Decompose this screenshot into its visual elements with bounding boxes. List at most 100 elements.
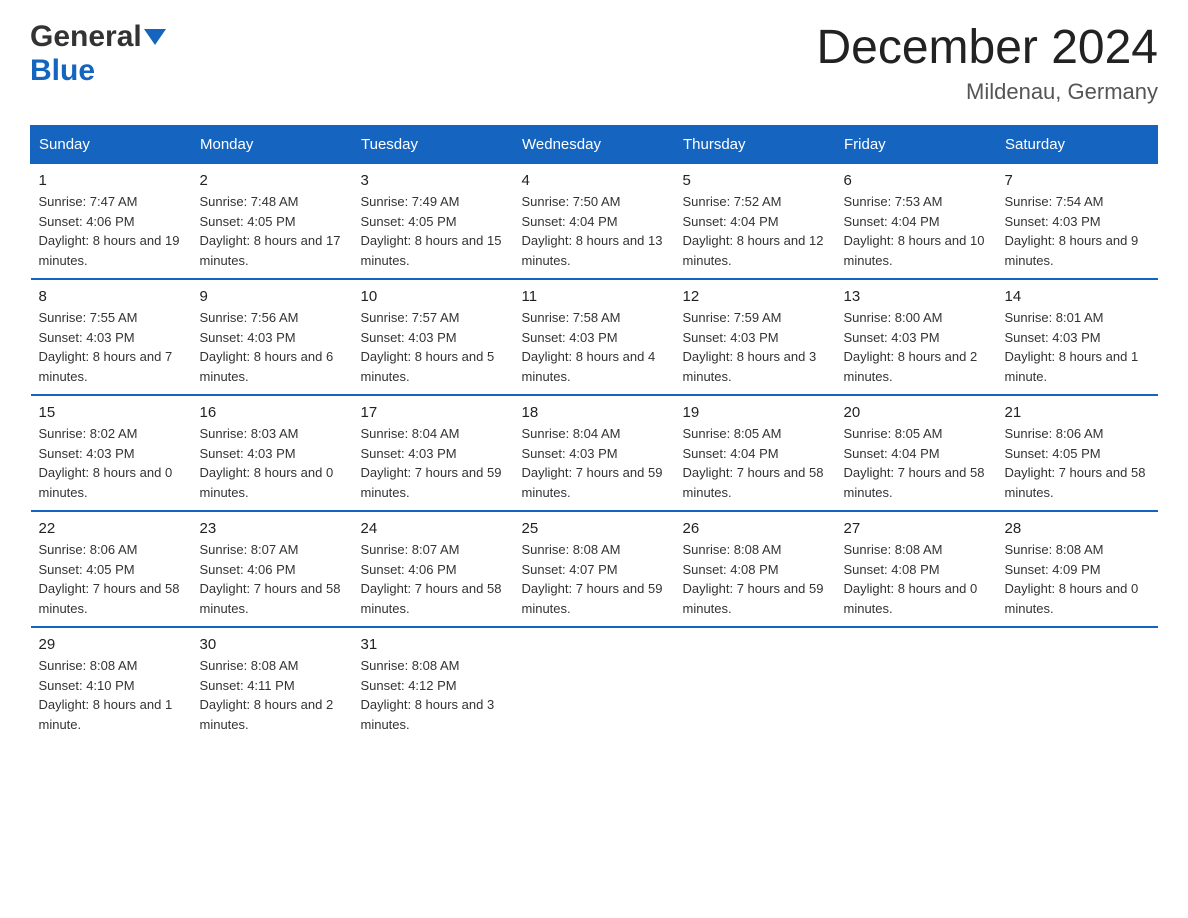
table-cell: 19 Sunrise: 8:05 AM Sunset: 4:04 PM Dayl…	[675, 395, 836, 511]
table-cell: 17 Sunrise: 8:04 AM Sunset: 4:03 PM Dayl…	[353, 395, 514, 511]
day-info: Sunrise: 8:08 AM Sunset: 4:08 PM Dayligh…	[844, 540, 989, 618]
weekday-header-saturday: Saturday	[997, 126, 1158, 164]
table-cell: 5 Sunrise: 7:52 AM Sunset: 4:04 PM Dayli…	[675, 164, 836, 280]
table-cell: 27 Sunrise: 8:08 AM Sunset: 4:08 PM Dayl…	[836, 511, 997, 627]
day-number: 3	[361, 172, 506, 189]
day-info: Sunrise: 8:08 AM Sunset: 4:08 PM Dayligh…	[683, 540, 828, 618]
week-row-1: 1 Sunrise: 7:47 AM Sunset: 4:06 PM Dayli…	[31, 164, 1158, 280]
day-number: 1	[39, 172, 184, 189]
day-info: Sunrise: 7:56 AM Sunset: 4:03 PM Dayligh…	[200, 308, 345, 386]
table-cell: 15 Sunrise: 8:02 AM Sunset: 4:03 PM Dayl…	[31, 395, 192, 511]
table-cell: 18 Sunrise: 8:04 AM Sunset: 4:03 PM Dayl…	[514, 395, 675, 511]
logo-arrow-icon	[144, 29, 166, 45]
table-cell: 8 Sunrise: 7:55 AM Sunset: 4:03 PM Dayli…	[31, 279, 192, 395]
table-cell: 16 Sunrise: 8:03 AM Sunset: 4:03 PM Dayl…	[192, 395, 353, 511]
day-number: 23	[200, 520, 345, 537]
day-number: 6	[844, 172, 989, 189]
table-cell	[997, 627, 1158, 742]
day-info: Sunrise: 7:47 AM Sunset: 4:06 PM Dayligh…	[39, 192, 184, 270]
day-number: 12	[683, 288, 828, 305]
day-info: Sunrise: 8:02 AM Sunset: 4:03 PM Dayligh…	[39, 424, 184, 502]
logo: General Blue	[30, 20, 166, 88]
day-info: Sunrise: 8:06 AM Sunset: 4:05 PM Dayligh…	[39, 540, 184, 618]
day-info: Sunrise: 8:07 AM Sunset: 4:06 PM Dayligh…	[361, 540, 506, 618]
weekday-header-sunday: Sunday	[31, 126, 192, 164]
title-block: December 2024 Mildenau, Germany	[816, 20, 1158, 105]
day-info: Sunrise: 8:08 AM Sunset: 4:07 PM Dayligh…	[522, 540, 667, 618]
table-cell: 4 Sunrise: 7:50 AM Sunset: 4:04 PM Dayli…	[514, 164, 675, 280]
table-cell: 6 Sunrise: 7:53 AM Sunset: 4:04 PM Dayli…	[836, 164, 997, 280]
table-cell: 13 Sunrise: 8:00 AM Sunset: 4:03 PM Dayl…	[836, 279, 997, 395]
weekday-header-friday: Friday	[836, 126, 997, 164]
table-cell: 30 Sunrise: 8:08 AM Sunset: 4:11 PM Dayl…	[192, 627, 353, 742]
calendar-header: SundayMondayTuesdayWednesdayThursdayFrid…	[31, 126, 1158, 164]
table-cell: 10 Sunrise: 7:57 AM Sunset: 4:03 PM Dayl…	[353, 279, 514, 395]
table-cell: 23 Sunrise: 8:07 AM Sunset: 4:06 PM Dayl…	[192, 511, 353, 627]
week-row-4: 22 Sunrise: 8:06 AM Sunset: 4:05 PM Dayl…	[31, 511, 1158, 627]
day-number: 17	[361, 404, 506, 421]
day-info: Sunrise: 8:01 AM Sunset: 4:03 PM Dayligh…	[1005, 308, 1150, 386]
day-info: Sunrise: 7:50 AM Sunset: 4:04 PM Dayligh…	[522, 192, 667, 270]
weekday-header-thursday: Thursday	[675, 126, 836, 164]
day-info: Sunrise: 7:49 AM Sunset: 4:05 PM Dayligh…	[361, 192, 506, 270]
day-number: 20	[844, 404, 989, 421]
calendar-body: 1 Sunrise: 7:47 AM Sunset: 4:06 PM Dayli…	[31, 164, 1158, 743]
day-info: Sunrise: 7:52 AM Sunset: 4:04 PM Dayligh…	[683, 192, 828, 270]
day-number: 4	[522, 172, 667, 189]
table-cell: 14 Sunrise: 8:01 AM Sunset: 4:03 PM Dayl…	[997, 279, 1158, 395]
day-info: Sunrise: 8:05 AM Sunset: 4:04 PM Dayligh…	[683, 424, 828, 502]
day-info: Sunrise: 8:06 AM Sunset: 4:05 PM Dayligh…	[1005, 424, 1150, 502]
day-number: 22	[39, 520, 184, 537]
day-number: 27	[844, 520, 989, 537]
day-number: 8	[39, 288, 184, 305]
day-number: 5	[683, 172, 828, 189]
day-info: Sunrise: 8:00 AM Sunset: 4:03 PM Dayligh…	[844, 308, 989, 386]
day-number: 9	[200, 288, 345, 305]
day-info: Sunrise: 8:05 AM Sunset: 4:04 PM Dayligh…	[844, 424, 989, 502]
day-info: Sunrise: 8:04 AM Sunset: 4:03 PM Dayligh…	[361, 424, 506, 502]
table-cell: 7 Sunrise: 7:54 AM Sunset: 4:03 PM Dayli…	[997, 164, 1158, 280]
table-cell: 21 Sunrise: 8:06 AM Sunset: 4:05 PM Dayl…	[997, 395, 1158, 511]
table-cell: 12 Sunrise: 7:59 AM Sunset: 4:03 PM Dayl…	[675, 279, 836, 395]
table-cell	[836, 627, 997, 742]
calendar-table: SundayMondayTuesdayWednesdayThursdayFrid…	[30, 125, 1158, 742]
day-number: 29	[39, 636, 184, 653]
day-info: Sunrise: 7:54 AM Sunset: 4:03 PM Dayligh…	[1005, 192, 1150, 270]
day-number: 19	[683, 404, 828, 421]
table-cell: 22 Sunrise: 8:06 AM Sunset: 4:05 PM Dayl…	[31, 511, 192, 627]
table-cell: 1 Sunrise: 7:47 AM Sunset: 4:06 PM Dayli…	[31, 164, 192, 280]
table-cell: 28 Sunrise: 8:08 AM Sunset: 4:09 PM Dayl…	[997, 511, 1158, 627]
weekday-header-monday: Monday	[192, 126, 353, 164]
week-row-5: 29 Sunrise: 8:08 AM Sunset: 4:10 PM Dayl…	[31, 627, 1158, 742]
day-number: 13	[844, 288, 989, 305]
day-number: 14	[1005, 288, 1150, 305]
day-info: Sunrise: 8:08 AM Sunset: 4:11 PM Dayligh…	[200, 656, 345, 734]
day-number: 31	[361, 636, 506, 653]
day-info: Sunrise: 7:48 AM Sunset: 4:05 PM Dayligh…	[200, 192, 345, 270]
table-cell: 3 Sunrise: 7:49 AM Sunset: 4:05 PM Dayli…	[353, 164, 514, 280]
logo-general: General	[30, 20, 142, 54]
day-number: 11	[522, 288, 667, 305]
calendar-subtitle: Mildenau, Germany	[816, 79, 1158, 105]
day-info: Sunrise: 8:08 AM Sunset: 4:10 PM Dayligh…	[39, 656, 184, 734]
day-number: 26	[683, 520, 828, 537]
day-info: Sunrise: 7:59 AM Sunset: 4:03 PM Dayligh…	[683, 308, 828, 386]
day-number: 21	[1005, 404, 1150, 421]
day-info: Sunrise: 8:04 AM Sunset: 4:03 PM Dayligh…	[522, 424, 667, 502]
week-row-3: 15 Sunrise: 8:02 AM Sunset: 4:03 PM Dayl…	[31, 395, 1158, 511]
day-number: 10	[361, 288, 506, 305]
table-cell: 20 Sunrise: 8:05 AM Sunset: 4:04 PM Dayl…	[836, 395, 997, 511]
day-number: 28	[1005, 520, 1150, 537]
table-cell	[675, 627, 836, 742]
day-number: 30	[200, 636, 345, 653]
table-cell: 26 Sunrise: 8:08 AM Sunset: 4:08 PM Dayl…	[675, 511, 836, 627]
table-cell: 29 Sunrise: 8:08 AM Sunset: 4:10 PM Dayl…	[31, 627, 192, 742]
table-cell: 31 Sunrise: 8:08 AM Sunset: 4:12 PM Dayl…	[353, 627, 514, 742]
day-number: 24	[361, 520, 506, 537]
day-info: Sunrise: 8:08 AM Sunset: 4:12 PM Dayligh…	[361, 656, 506, 734]
day-info: Sunrise: 7:55 AM Sunset: 4:03 PM Dayligh…	[39, 308, 184, 386]
page-header: General Blue December 2024 Mildenau, Ger…	[30, 20, 1158, 105]
day-info: Sunrise: 7:53 AM Sunset: 4:04 PM Dayligh…	[844, 192, 989, 270]
day-info: Sunrise: 8:03 AM Sunset: 4:03 PM Dayligh…	[200, 424, 345, 502]
table-cell: 11 Sunrise: 7:58 AM Sunset: 4:03 PM Dayl…	[514, 279, 675, 395]
